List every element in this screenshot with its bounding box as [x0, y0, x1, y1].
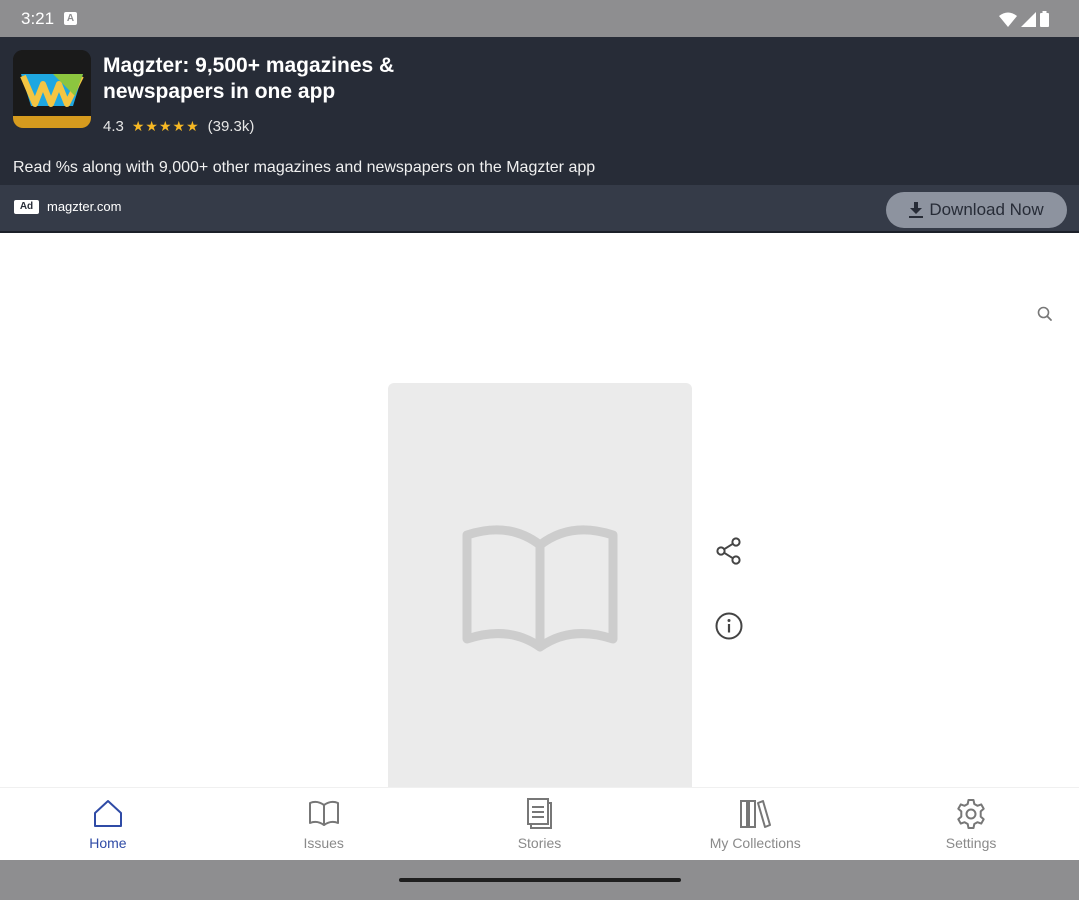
document-icon: [527, 798, 553, 829]
ad-domain: magzter.com: [47, 199, 122, 214]
gear-icon: [957, 799, 985, 829]
info-icon: [715, 612, 743, 640]
system-navigation-bar: [0, 860, 1079, 900]
share-button[interactable]: [714, 536, 744, 566]
open-book-icon: [462, 525, 618, 652]
download-now-label: Download Now: [929, 200, 1044, 219]
status-time: 3:21: [21, 9, 55, 28]
battery-icon: [1040, 11, 1049, 27]
star-rating-icon: ★★★★★: [131, 118, 200, 134]
ad-banner[interactable]: Magzter: 9,500+ magazines & newspapers i…: [0, 37, 1079, 233]
ad-title[interactable]: Magzter: 9,500+ magazines & newspapers i…: [103, 53, 433, 105]
magzter-logo: [13, 50, 91, 128]
ad-description: Read %s along with 9,000+ other magazine…: [13, 159, 596, 176]
share-icon: [716, 537, 741, 565]
rating-value: 4.3: [103, 118, 124, 135]
notification-icon: A: [64, 12, 77, 25]
download-icon: [909, 202, 924, 218]
search-button[interactable]: [1036, 305, 1054, 323]
nav-label-issues: Issues: [303, 835, 344, 851]
wifi-icon: [999, 12, 1017, 27]
ad-label: Ad: [14, 200, 39, 214]
home-icon: [93, 800, 122, 827]
book-icon: [308, 800, 339, 826]
status-icons: [999, 10, 1049, 27]
status-bar: 3:21 A: [0, 0, 1079, 37]
review-count: (39.3k): [207, 118, 255, 135]
ad-footer: Ad magzter.com Download Now: [0, 185, 1079, 231]
nav-item-settings[interactable]: Settings: [863, 788, 1079, 860]
nav-item-issues[interactable]: Issues: [216, 788, 432, 860]
nav-label-my-collections: My Collections: [709, 835, 801, 851]
nav-label-home: Home: [89, 835, 127, 851]
nav-label-settings: Settings: [945, 835, 997, 851]
nav-item-stories[interactable]: Stories: [432, 788, 648, 860]
magazine-cover-placeholder[interactable]: [388, 383, 692, 787]
ad-rating: 4.3 ★★★★★ (39.3k): [103, 118, 254, 135]
nav-item-home[interactable]: Home: [0, 788, 216, 860]
ad-divider: [0, 231, 1079, 233]
bottom-navigation: Home Issues Stories My Collections Setti…: [0, 787, 1079, 860]
home-gesture-handle[interactable]: [399, 878, 681, 882]
search-icon: [1037, 306, 1052, 321]
nav-item-my-collections[interactable]: My Collections: [647, 788, 863, 860]
signal-icon: [1021, 12, 1036, 27]
download-now-button[interactable]: Download Now: [886, 192, 1067, 228]
nav-label-stories: Stories: [517, 835, 562, 851]
library-icon: [740, 800, 772, 828]
info-button[interactable]: [714, 611, 744, 641]
